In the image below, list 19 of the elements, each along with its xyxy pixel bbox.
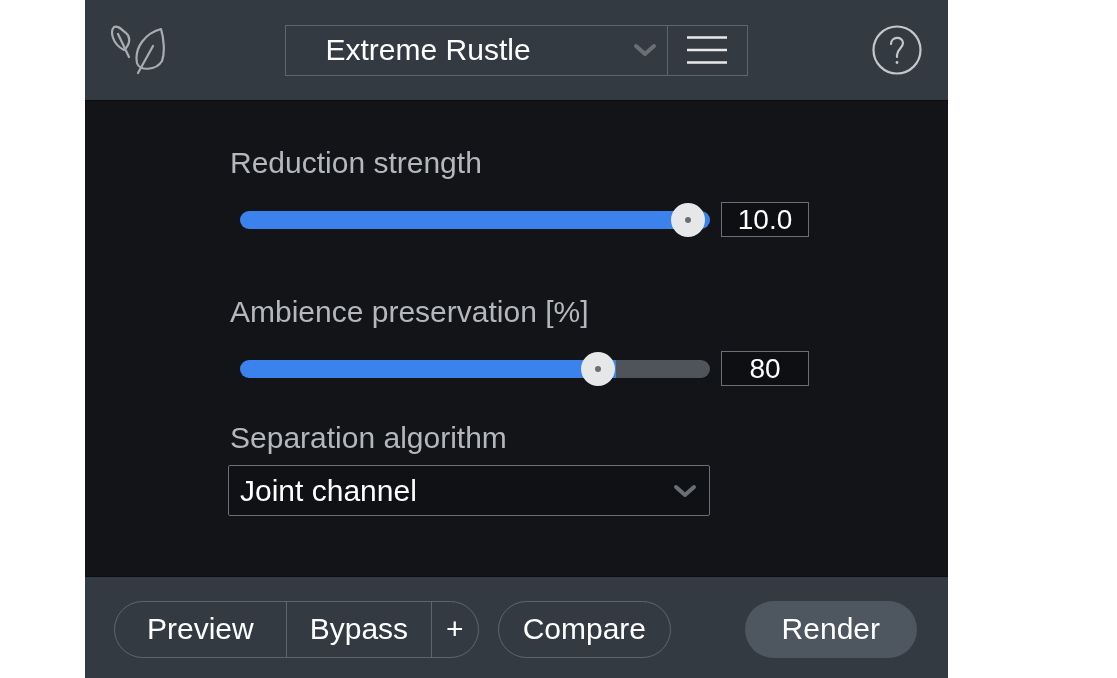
slider-thumb[interactable] <box>581 351 616 386</box>
add-button[interactable]: + <box>431 601 478 657</box>
slider-label: Ambience preservation [%] <box>230 294 589 330</box>
value-field[interactable]: 10.0 <box>721 202 809 237</box>
algorithm-dropdown[interactable]: Joint channel <box>228 465 710 516</box>
chevron-down-icon <box>632 43 657 57</box>
menu-button[interactable] <box>667 24 748 76</box>
preset-dropdown[interactable]: Extreme Rustle <box>284 24 668 76</box>
render-button[interactable]: Render <box>744 600 917 658</box>
slider-label: Reduction strength <box>230 145 482 181</box>
value-field[interactable]: 80 <box>721 351 809 386</box>
preview-button[interactable]: Preview <box>115 601 286 657</box>
slider-thumb[interactable] <box>671 202 705 237</box>
dropdown-label: Separation algorithm <box>230 420 507 456</box>
leaves-icon <box>110 25 165 75</box>
help-icon[interactable] <box>872 25 922 75</box>
menu-icon <box>687 36 727 64</box>
bypass-button[interactable]: Bypass <box>285 601 432 657</box>
chevron-down-icon <box>673 483 697 498</box>
